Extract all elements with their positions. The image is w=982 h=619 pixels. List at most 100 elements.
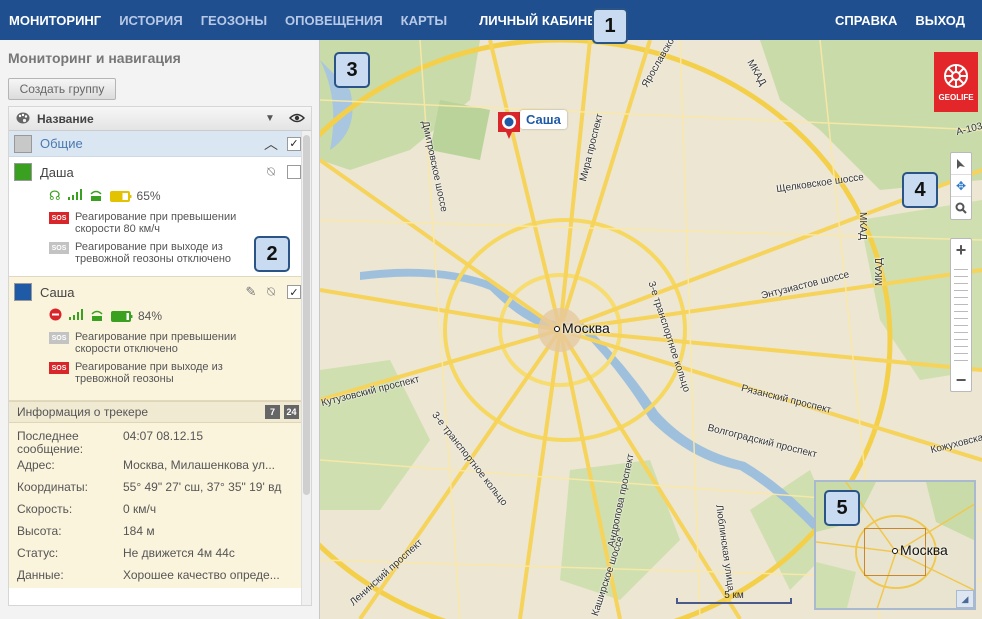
info-row: Адрес: Москва, Милашенкова ул... bbox=[17, 456, 311, 478]
palette-icon[interactable] bbox=[9, 111, 37, 127]
info-key: Координаты: bbox=[17, 480, 88, 494]
zoom-slider[interactable] bbox=[954, 263, 968, 367]
gps-off-icon bbox=[49, 308, 62, 324]
info-value: Москва, Милашенкова ул... bbox=[123, 459, 275, 472]
group-row-general[interactable]: Общие ︿ ✓ bbox=[9, 131, 311, 157]
nav-history[interactable]: История bbox=[110, 13, 192, 28]
info-value: 184 м bbox=[123, 525, 155, 538]
scrollbar-thumb[interactable] bbox=[303, 135, 310, 495]
group-color-swatch[interactable] bbox=[14, 134, 32, 153]
gsm-signal-icon bbox=[67, 189, 82, 203]
battery-percent: 65% bbox=[136, 189, 161, 203]
reaction-text: Реагирование при выходе из тревожной гео… bbox=[75, 241, 232, 265]
city-name: Москва bbox=[562, 320, 610, 336]
nav-logout[interactable]: Выход bbox=[906, 13, 974, 28]
object-visibility-checkbox[interactable]: ✓ bbox=[287, 285, 301, 299]
city-dot-icon bbox=[554, 326, 560, 333]
nav-alerts[interactable]: Оповещения bbox=[276, 13, 392, 28]
collapse-chevron-up-icon[interactable]: ︿ bbox=[263, 134, 279, 154]
info-value: Не движется 4м 44с bbox=[123, 547, 235, 560]
object-name: Саша bbox=[40, 284, 75, 300]
info-key: Данные: bbox=[17, 568, 64, 582]
scale-bar bbox=[676, 598, 792, 604]
info-row: Скорость: 0 км/ч bbox=[17, 500, 311, 522]
road-label: МКАД bbox=[857, 212, 868, 240]
sos-icon: SOS bbox=[49, 212, 69, 224]
nav-help[interactable]: Справка bbox=[826, 13, 906, 28]
nav-geozones[interactable]: Геозоны bbox=[192, 13, 276, 28]
calendar-7-icon[interactable]: 7 bbox=[265, 405, 280, 419]
group-visibility-checkbox[interactable]: ✓ bbox=[287, 136, 301, 151]
minimap-city-name: Москва bbox=[900, 542, 948, 558]
info-key: Высота: bbox=[17, 524, 62, 538]
geolife-logo: GEOLIFE bbox=[934, 52, 978, 112]
tracker-marker-icon[interactable] bbox=[496, 110, 522, 140]
nav-monitoring[interactable]: Мониторинг bbox=[0, 13, 110, 28]
info-key: Адрес: bbox=[17, 458, 55, 472]
nav-maps[interactable]: Карты bbox=[392, 13, 457, 28]
object-item-sasha[interactable]: Саша ✎ ⍉ ✓ 84% SOS Реагирование при прев… bbox=[9, 277, 311, 401]
satellite-dish-icon bbox=[90, 309, 104, 324]
tracker-marker-label[interactable]: Саша bbox=[520, 110, 567, 129]
map-tools: ✥ bbox=[950, 152, 972, 220]
city-dot-icon bbox=[892, 548, 898, 555]
name-column-header[interactable]: Название bbox=[37, 112, 265, 126]
object-status-line: ☊ 65% bbox=[9, 187, 311, 205]
map-scale: 5 км bbox=[676, 590, 792, 606]
speed-reaction: SOS Реагирование при превышении скорости… bbox=[9, 331, 311, 355]
map-area[interactable]: Дмитровское шоссе Мира проспект Ярославс… bbox=[320, 40, 982, 619]
visibility-eye-icon[interactable] bbox=[283, 111, 311, 126]
monitoring-panel: Мониторинг и навигация Создать группу На… bbox=[0, 40, 320, 619]
sos-icon: SOS bbox=[49, 332, 69, 344]
info-row: Высота: 184 м bbox=[17, 522, 311, 544]
sort-down-icon[interactable]: ▼ bbox=[265, 113, 283, 124]
info-key: Последнее сообщение: bbox=[17, 429, 84, 456]
object-visibility-checkbox[interactable] bbox=[287, 165, 301, 179]
object-color-swatch[interactable] bbox=[14, 283, 32, 301]
tracker-info-title: Информация о трекере bbox=[17, 405, 149, 419]
city-label: Москва bbox=[554, 320, 610, 336]
info-value: 55° 49" 27' сш, 37° 35" 19' вд bbox=[123, 481, 282, 494]
road-label: МКАД bbox=[874, 258, 885, 286]
logo-text: GEOLIFE bbox=[938, 92, 974, 102]
info-row: Координаты: 55° 49" 27' сш, 37° 35" 19' в… bbox=[17, 478, 311, 500]
callout-4: 4 bbox=[902, 172, 938, 208]
follow-off-icon[interactable]: ⍉ bbox=[263, 164, 279, 180]
gps-signal-icon: ☊ bbox=[49, 188, 61, 203]
info-row: Статус: Не движется 4м 44с bbox=[17, 544, 311, 566]
create-group-button[interactable]: Создать группу bbox=[8, 78, 116, 100]
minimap-city-label: Москва bbox=[892, 542, 948, 558]
reaction-text: Реагирование при выходе из тревожной гео… bbox=[75, 361, 223, 385]
reaction-text: Реагирование при превышении скорости отк… bbox=[75, 331, 237, 355]
sos-icon: SOS bbox=[49, 242, 69, 254]
zoom-control: + − bbox=[950, 238, 972, 392]
list-header: Название ▼ bbox=[9, 107, 311, 131]
info-row: Данные: Хорошее качество опреде... bbox=[17, 566, 311, 588]
info-row: Последнее сообщение: 04:07 08.12.15 bbox=[17, 427, 311, 456]
magnifier-tool-icon[interactable] bbox=[951, 197, 971, 219]
zoom-in-button[interactable]: + bbox=[951, 239, 971, 261]
object-list: Название ▼ Общие ︿ ✓ Даша ⍉ ☊ 65% SOS Ре… bbox=[8, 106, 312, 606]
zoom-out-button[interactable]: − bbox=[951, 369, 971, 391]
edit-icon[interactable]: ✎ bbox=[243, 284, 259, 300]
list-scrollbar[interactable] bbox=[301, 131, 311, 605]
follow-off-icon[interactable]: ⍉ bbox=[263, 284, 279, 300]
battery-percent: 84% bbox=[138, 309, 163, 323]
info-value: Хорошее качество опреде... bbox=[123, 569, 280, 582]
calendar-24-icon[interactable]: 24 bbox=[284, 405, 299, 419]
callout-2: 2 bbox=[254, 236, 290, 272]
gsm-signal-icon bbox=[69, 309, 83, 323]
pointer-tool-icon[interactable] bbox=[951, 153, 971, 175]
battery-icon bbox=[111, 310, 133, 322]
info-value: 04:07 08.12.15 bbox=[123, 430, 204, 443]
tracker-info-header: Информация о трекере 7 24 bbox=[9, 401, 311, 423]
pan-tool-icon[interactable]: ✥ bbox=[951, 175, 971, 197]
tracker-info-table: Последнее сообщение: 04:07 08.12.15 Адрес… bbox=[9, 423, 311, 588]
speed-reaction: SOS Реагирование при превышении скорости… bbox=[9, 211, 311, 235]
minimap-collapse-icon[interactable]: ◢ bbox=[956, 590, 974, 608]
object-color-swatch[interactable] bbox=[14, 163, 32, 181]
group-label: Общие bbox=[40, 136, 83, 151]
top-navigation: Мониторинг История Геозоны Оповещения Ка… bbox=[0, 0, 982, 40]
object-name: Даша bbox=[40, 164, 74, 180]
sos-icon: SOS bbox=[49, 362, 69, 374]
